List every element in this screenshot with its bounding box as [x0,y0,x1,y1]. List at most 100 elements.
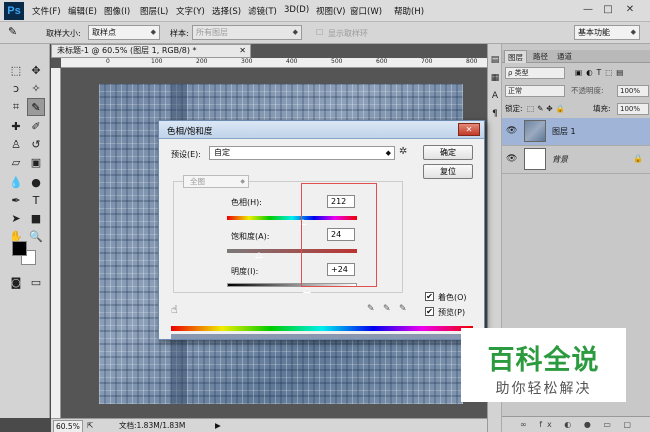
document-tab[interactable]: 未标题-1 @ 60.5% (图层 1, RGB/8) * ✕ [51,44,251,58]
sample-size-value: 取样点 [92,28,116,37]
preset-value: 自定 [214,148,230,157]
ruler-label: 300 [241,58,253,65]
targeted-adjustment-hand-icon[interactable]: ☝ [171,303,178,316]
menu-select[interactable]: 选择(S) [212,5,241,17]
eraser-tool-icon[interactable]: ▱ [7,154,25,172]
visibility-eye-icon[interactable]: 👁 [506,126,517,136]
colorize-label: 着色(O) [438,293,467,302]
menu-type[interactable]: 文字(Y) [176,5,205,17]
share-icon[interactable]: ⇱ [87,419,93,432]
zoom-tool-icon[interactable]: 🔍 [27,228,45,246]
layer-row-layer1[interactable]: 👁 图层 1 [502,118,650,146]
blend-mode-select[interactable]: 正常 [505,85,565,97]
eyedropper-plus-icon[interactable]: ✎ [383,304,391,314]
ruler-label: 700 [421,58,433,65]
status-bar: 60.5% ⇱ 文档:1.83M/1.83M ▶ [51,418,487,432]
layer-name: 图层 1 [552,127,576,136]
menu-3d[interactable]: 3D(D) [284,5,309,15]
close-icon[interactable]: ✕ [239,45,246,57]
dialog-close-button[interactable]: ✕ [458,123,480,136]
fill-input[interactable]: 100% [617,103,649,115]
menu-filter[interactable]: 滤镜(T) [248,5,277,17]
workspace-select[interactable]: 基本功能 ◆ [574,25,640,40]
crop-tool-icon[interactable]: ⌗ [7,98,25,116]
history-panel-icon[interactable]: ▤ [490,54,500,66]
lock-icons[interactable]: ⬚✎✥🔒 [527,102,568,116]
workspace-value: 基本功能 [578,28,610,37]
dialog-titlebar[interactable]: 色相/饱和度 ✕ [159,121,484,139]
maximize-button[interactable]: □ [600,3,616,17]
layer-row-background[interactable]: 👁 背景 🔒 [502,146,650,174]
eyedropper-minus-icon[interactable]: ✎ [399,304,407,314]
layer-filter-row: ρ 类型 ▣◐T⬚▤ [505,66,645,80]
preset-label: 预设(E): [171,150,201,159]
pen-tool-icon[interactable]: ✒ [7,192,25,210]
menu-help[interactable]: 帮助(H) [394,5,424,17]
character-panel-icon[interactable]: A [490,90,500,102]
filter-icons[interactable]: ▣◐T⬚▤ [575,66,627,80]
screen-mode-icon[interactable]: ▭ [27,274,45,292]
ok-button[interactable]: 确定 [423,145,473,160]
menu-edit[interactable]: 编辑(E) [68,5,97,17]
preview-checkbox[interactable]: ✔ [425,307,434,316]
properties-panel-icon[interactable]: ▦ [490,72,500,84]
tab-paths[interactable]: 路径 [530,50,551,63]
history-brush-icon[interactable]: ↺ [27,136,45,154]
eyedropper-icon[interactable]: ✎ [367,304,375,314]
menu-file[interactable]: 文件(F) [32,5,61,17]
ruler-label: 400 [286,58,298,65]
gradient-tool-icon[interactable]: ▣ [27,154,45,172]
tools-panel: ⬚ ✥ ↄ ✧ ⌗ ✎ ✚ ✐ ♙ ↺ ▱ ▣ 💧 ● ✒ T ➤ ■ ✋ 🔍 … [0,44,50,418]
menu-image[interactable]: 图像(I) [104,5,130,17]
minimize-button[interactable]: — [580,3,596,17]
preset-select[interactable]: 自定 ◆ [209,146,395,160]
zoom-level[interactable]: 60.5% [53,420,83,432]
sample-select[interactable]: 所有图层 ◆ [192,25,302,40]
dodge-tool-icon[interactable]: ● [27,174,45,192]
visibility-eye-icon[interactable]: 👁 [506,154,517,164]
channel-select[interactable]: 全图 ◆ [183,175,249,188]
ruler-label: 500 [331,58,343,65]
colorize-checkbox[interactable]: ✔ [425,292,434,301]
healing-brush-icon[interactable]: ✚ [7,118,25,136]
quick-mask-icon[interactable]: ◙ [7,274,25,292]
sample-value: 所有图层 [196,28,228,37]
type-tool-icon[interactable]: T [27,192,45,210]
clone-stamp-icon[interactable]: ♙ [7,136,25,154]
blur-tool-icon[interactable]: 💧 [7,174,25,192]
lightness-slider-thumb[interactable] [303,287,311,293]
menu-layer[interactable]: 图层(L) [140,5,168,17]
ruler-label: 0 [106,58,110,65]
window-close-button[interactable]: ✕ [622,3,638,17]
menu-view[interactable]: 视图(V) [316,5,345,17]
gear-icon[interactable]: ✲ [399,146,407,157]
ruler-label: 600 [376,58,388,65]
magic-wand-icon[interactable]: ✧ [27,80,45,98]
blend-row: 正常 不透明度: 100% [505,84,650,98]
shape-tool-icon[interactable]: ■ [27,210,45,228]
show-ring-checkbox[interactable]: ☐ [316,28,323,37]
paragraph-panel-icon[interactable]: ¶ [490,108,500,120]
move-tool-icon[interactable]: ✥ [27,62,45,80]
foreground-color-swatch[interactable] [12,241,27,256]
eyedropper-tool-icon[interactable]: ✎ [27,98,45,116]
tab-layers[interactable]: 图层 [504,50,527,63]
eyedropper-tool-icon[interactable]: ✎ [8,25,17,38]
sample-size-label: 取样大小: [46,29,81,38]
info-arrow-icon[interactable]: ▶ [215,419,221,432]
hue-saturation-dialog: 色相/饱和度 ✕ 预设(E): 自定 ◆ ✲ 确定 复位 全图 ◆ 色相(H): 2… [158,120,485,340]
reset-button[interactable]: 复位 [423,164,473,179]
path-select-icon[interactable]: ➤ [7,210,25,228]
tab-channels[interactable]: 通道 [554,50,575,63]
opacity-input[interactable]: 100% [617,85,649,97]
panel-bottom-bar[interactable]: ∞ fx ◐ ● ▭ ▢ 🗑 [502,416,650,432]
panel-tabs: 图层 路径 通道 [502,50,650,63]
brush-tool-icon[interactable]: ✐ [27,118,45,136]
lasso-tool-icon[interactable]: ↄ [7,80,25,98]
saturation-slider-thumb[interactable] [255,252,263,258]
sample-size-select[interactable]: 取样点 ◆ [88,25,160,40]
layer-filter-select[interactable]: ρ 类型 [505,67,565,79]
marquee-tool-icon[interactable]: ⬚ [7,62,25,80]
menu-window[interactable]: 窗口(W) [350,5,382,17]
sample-label: 样本: [170,29,189,38]
